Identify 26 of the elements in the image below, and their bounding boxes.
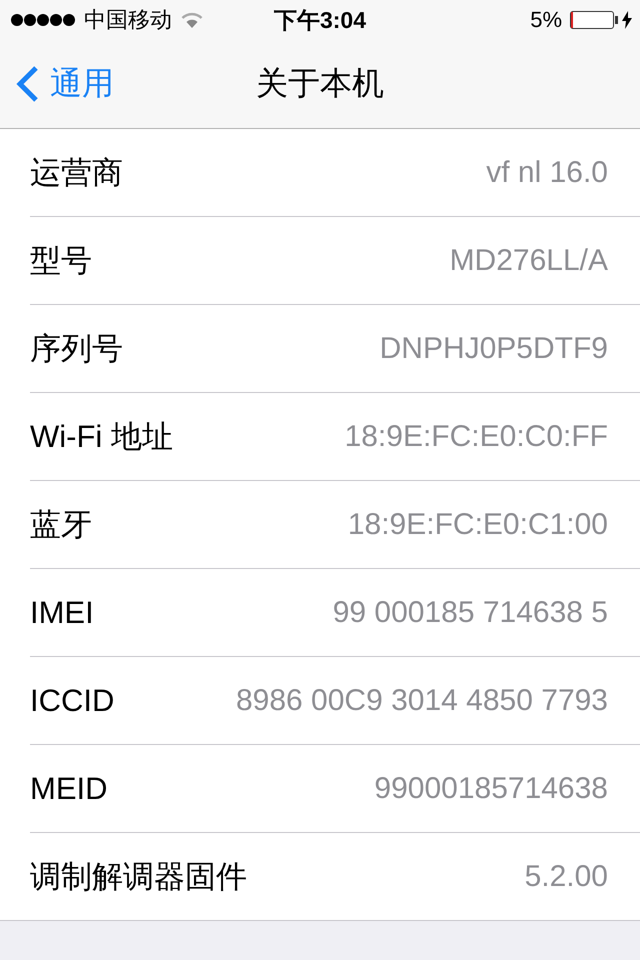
row-label: Wi-Fi 地址 (30, 418, 173, 456)
signal-icon (10, 13, 76, 27)
row-value: 99 000185 714638 5 (332, 596, 608, 630)
back-button[interactable]: 通用 (0, 62, 114, 106)
status-time: 下午3:04 (274, 6, 366, 34)
row-label: 蓝牙 (30, 506, 92, 544)
row-value: 99000185714638 (374, 772, 608, 806)
row-label: IMEI (30, 594, 94, 630)
row-value: vf nl 16.0 (486, 156, 608, 190)
row-value: 8986 00C9 3014 4850 7793 (236, 684, 608, 718)
row-label: MEID (30, 770, 108, 806)
row-label: 运营商 (30, 154, 123, 192)
page-title: 关于本机 (256, 64, 384, 103)
wifi-icon (180, 11, 204, 29)
row-label: 序列号 (30, 330, 123, 368)
row-value: MD276LL/A (450, 244, 608, 278)
row-value: 18:9E:FC:E0:C0:FF (344, 420, 608, 454)
row-label: ICCID (30, 682, 114, 718)
carrier-name: 中国移动 (84, 6, 172, 34)
row-value: DNPHJ0P5DTF9 (380, 332, 608, 366)
chevron-left-icon (14, 65, 40, 103)
row-label: 型号 (30, 242, 92, 280)
row-label: 调制解调器固件 (30, 858, 247, 896)
row-value: 18:9E:FC:E0:C1:00 (348, 508, 608, 542)
battery-percent: 5% (530, 7, 562, 33)
row-value: 5.2.00 (524, 860, 608, 894)
